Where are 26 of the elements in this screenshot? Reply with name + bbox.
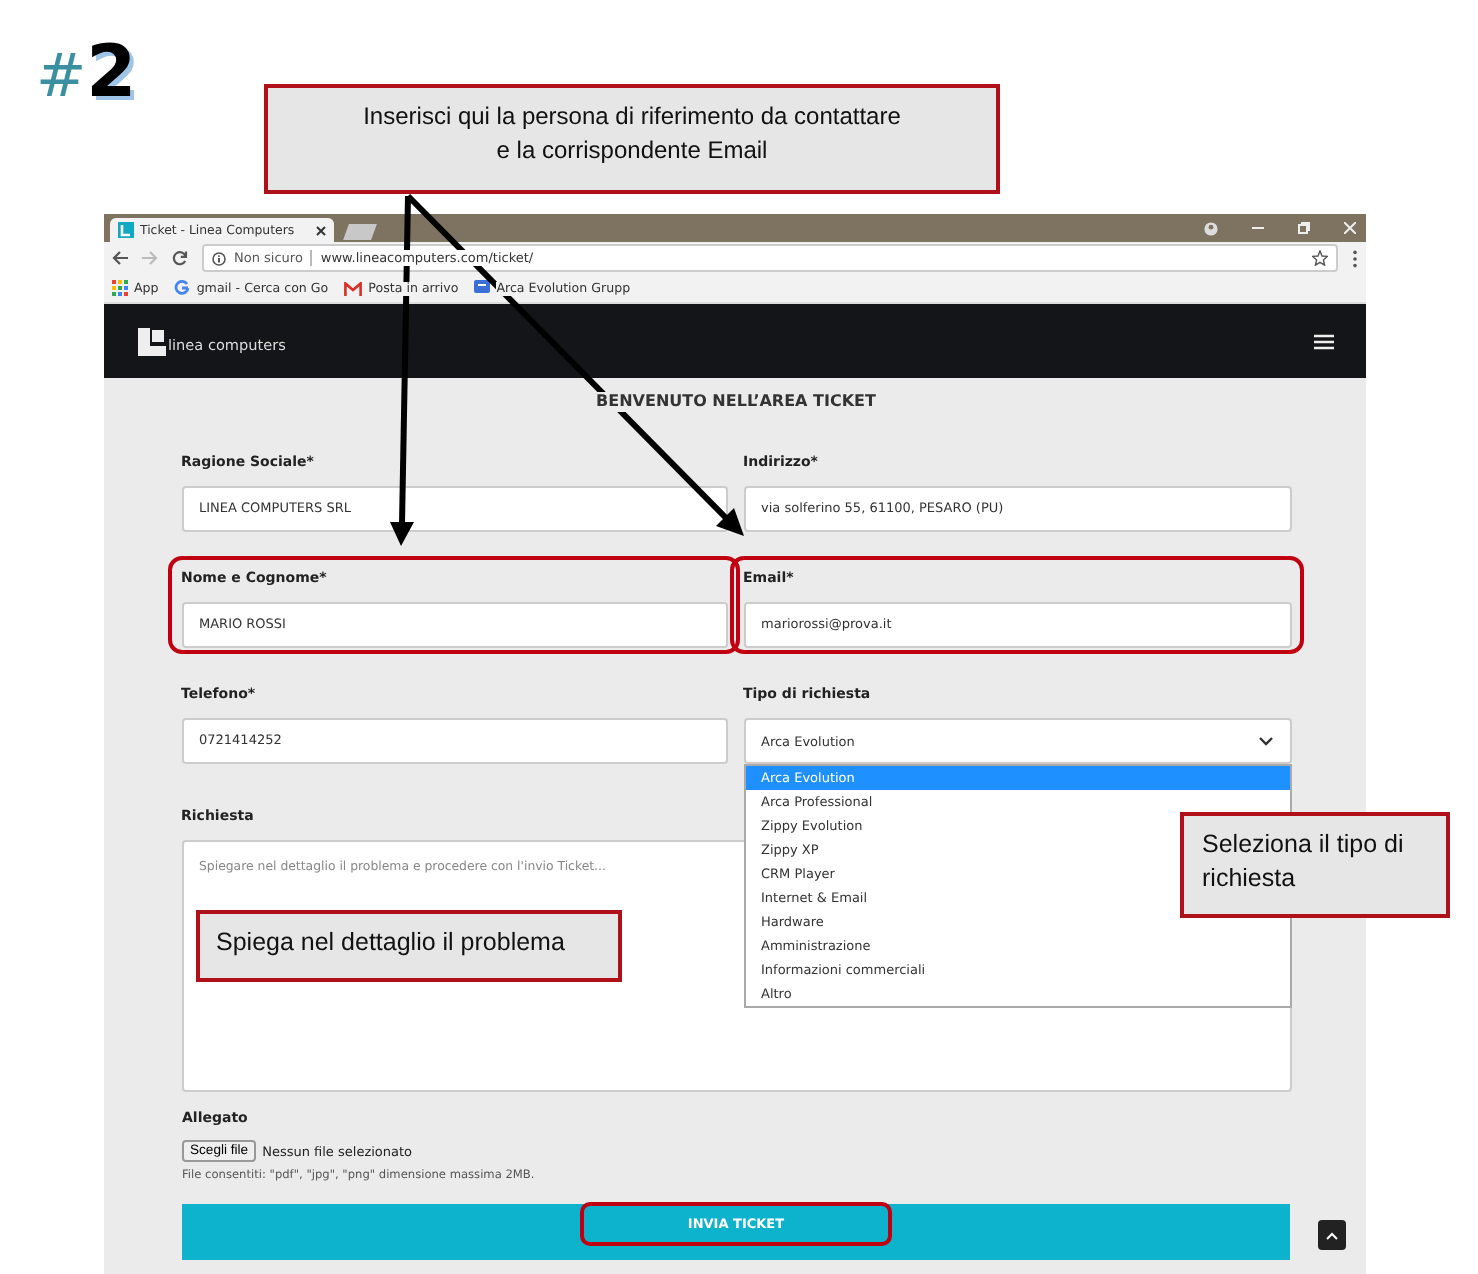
step-hash: # [36, 42, 87, 112]
annotation-tooltip: Inserisci qui la persona di riferimento da contattare e la corrispondente Email [264, 84, 1000, 194]
chevron-up-icon [1326, 1231, 1338, 1239]
account-icon[interactable] [1204, 221, 1218, 235]
favicon-icon [118, 222, 134, 238]
star-icon[interactable] [1312, 250, 1328, 266]
restore-icon[interactable] [1298, 222, 1310, 234]
page-title: BENVENUTO NELL’AREA TICKET [596, 392, 876, 412]
reload-icon[interactable] [172, 250, 188, 266]
menu-icon[interactable] [1314, 333, 1334, 349]
apps-grid-icon [112, 280, 128, 296]
new-tab-button[interactable] [343, 224, 377, 240]
annotation-tooltip: Spiega nel dettaglio il problema [196, 910, 622, 982]
close-icon[interactable] [316, 225, 326, 235]
chevron-down-icon[interactable] [1257, 736, 1273, 746]
annotation-tooltip: Seleziona il tipo di richiesta [1180, 812, 1450, 918]
google-icon [174, 280, 191, 296]
kebab-menu-icon[interactable] [1352, 249, 1358, 267]
info-icon[interactable] [212, 251, 226, 265]
back-arrow-icon[interactable] [112, 250, 128, 266]
chat-icon [474, 280, 491, 296]
logo-icon [138, 327, 166, 355]
minimize-icon[interactable] [1252, 226, 1264, 230]
scroll-top-button[interactable] [1318, 1220, 1346, 1250]
step-number: 2 [86, 32, 137, 114]
mail-icon [344, 281, 363, 295]
